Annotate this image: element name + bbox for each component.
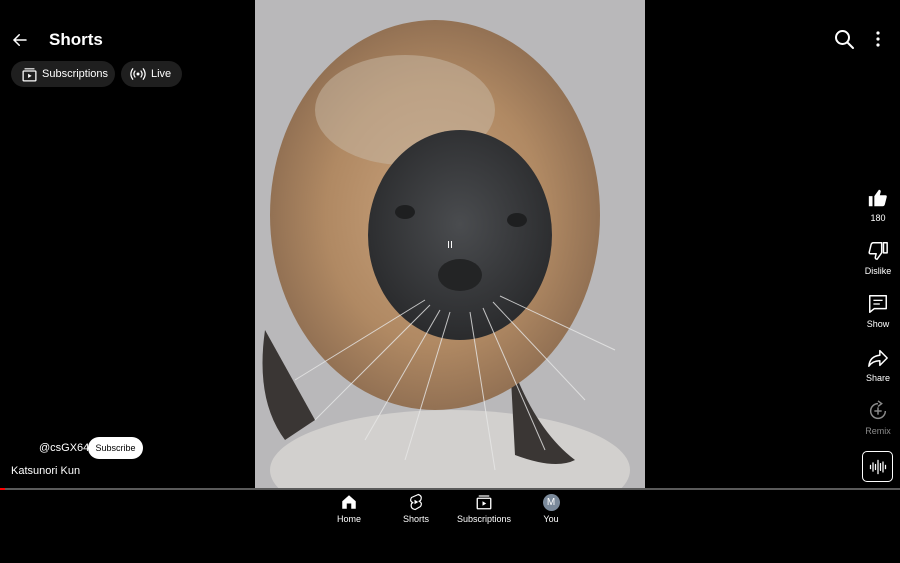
more-vert-icon — [876, 31, 880, 47]
nav-label: Home — [336, 514, 361, 524]
arrow-left-icon — [12, 34, 27, 46]
more-options-button[interactable] — [866, 27, 890, 51]
channel-handle[interactable]: @csGX64 — [39, 442, 89, 454]
thumbs-down-icon — [858, 239, 898, 263]
share-label: Share — [865, 373, 891, 383]
nav-label: You — [543, 514, 559, 524]
back-button[interactable] — [8, 28, 32, 52]
like-count: 180 — [870, 213, 886, 223]
chip-label: Live — [151, 68, 172, 80]
dislike-label: Dislike — [864, 266, 892, 276]
home-icon — [314, 492, 384, 512]
subscriptions-icon — [20, 65, 38, 83]
video-caption[interactable]: Katsunori Kun — [11, 465, 80, 477]
nav-shorts[interactable]: Shorts — [381, 492, 451, 524]
search-button[interactable] — [832, 27, 856, 51]
remix-button[interactable]: Remix — [858, 399, 898, 436]
nav-label: Shorts — [402, 514, 429, 524]
page-title: Shorts — [49, 30, 103, 49]
dislike-button[interactable]: Dislike — [858, 239, 898, 276]
comment-icon — [858, 292, 898, 316]
sound-wave-icon — [869, 459, 886, 474]
share-button[interactable]: Share — [858, 346, 898, 383]
nav-you[interactable]: M You — [516, 492, 586, 524]
sound-button[interactable] — [862, 451, 893, 482]
avatar: M — [542, 493, 560, 511]
nav-subscriptions[interactable]: Subscriptions — [449, 492, 519, 524]
like-button[interactable]: 180 — [858, 186, 898, 223]
live-broadcast-icon — [129, 65, 147, 83]
search-icon — [835, 30, 854, 49]
remix-label: Remix — [865, 426, 891, 436]
shorts-icon — [381, 492, 451, 512]
bottom-navigation: Home Shorts Subscriptions M You — [0, 490, 900, 563]
thumbs-up-icon — [858, 186, 898, 210]
subscriptions-icon — [449, 492, 519, 512]
chip-live[interactable]: Live — [121, 61, 182, 87]
nav-label: Subscriptions — [456, 514, 512, 524]
comments-button[interactable]: Show — [858, 292, 898, 329]
chip-subscriptions[interactable]: Subscriptions — [11, 61, 115, 87]
comments-label: Show — [866, 319, 890, 329]
chip-label: Subscriptions — [42, 68, 109, 80]
remix-icon — [858, 399, 898, 423]
pause-indicator-icon: II — [447, 240, 453, 251]
nav-home[interactable]: Home — [314, 492, 384, 524]
share-icon — [858, 346, 898, 370]
subscribe-button[interactable]: Subscribe — [88, 437, 143, 459]
